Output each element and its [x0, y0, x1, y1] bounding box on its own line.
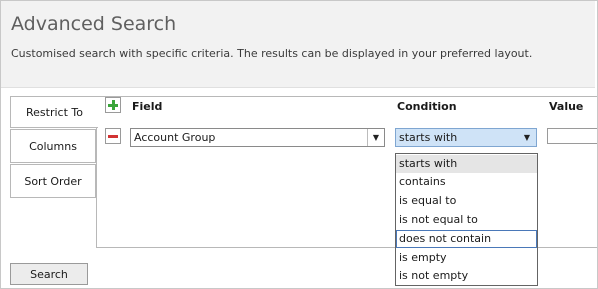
chevron-down-icon[interactable]: ▼ [367, 129, 384, 146]
condition-option-starts-with[interactable]: starts with [396, 155, 537, 173]
plus-icon [106, 98, 120, 112]
condition-option-is-equal-to[interactable]: is equal to [396, 192, 537, 210]
header-panel: Advanced Search Customised search with s… [1, 1, 595, 88]
chevron-down-icon: ▼ [523, 133, 530, 142]
tab-sort-order[interactable]: Sort Order [10, 164, 96, 198]
condition-option-contains[interactable]: contains [396, 173, 537, 191]
condition-dropdown-list: starts with contains is equal to is not … [395, 153, 538, 286]
condition-option-is-not-equal-to[interactable]: is not equal to [396, 211, 537, 229]
tab-restrict-to[interactable]: Restrict To [10, 96, 98, 128]
tab-restrict-to-label: Restrict To [26, 105, 83, 119]
field-column-header: Field [132, 100, 163, 113]
condition-select-value: starts with [399, 131, 458, 144]
condition-select[interactable]: starts with ▼ [395, 128, 537, 147]
condition-option-is-not-empty[interactable]: is not empty [396, 267, 537, 285]
field-select-value: Account Group [134, 131, 216, 144]
page-subtitle: Customised search with specific criteria… [11, 47, 533, 60]
tab-columns-label: Columns [29, 139, 77, 153]
condition-option-does-not-contain[interactable]: does not contain [396, 230, 537, 248]
condition-option-is-empty[interactable]: is empty [396, 249, 537, 267]
field-select[interactable]: Account Group ▼ [130, 128, 385, 147]
value-input[interactable] [547, 128, 597, 144]
search-button[interactable]: Search [10, 263, 88, 285]
page-title: Advanced Search [11, 13, 177, 35]
tab-sort-order-label: Sort Order [24, 174, 82, 188]
tab-columns[interactable]: Columns [10, 129, 96, 163]
remove-criteria-button[interactable] [105, 128, 121, 144]
add-criteria-button[interactable] [105, 97, 121, 113]
search-button-label: Search [30, 267, 68, 281]
minus-icon [106, 129, 120, 143]
condition-column-header: Condition [397, 100, 457, 113]
value-column-header: Value [549, 100, 584, 113]
